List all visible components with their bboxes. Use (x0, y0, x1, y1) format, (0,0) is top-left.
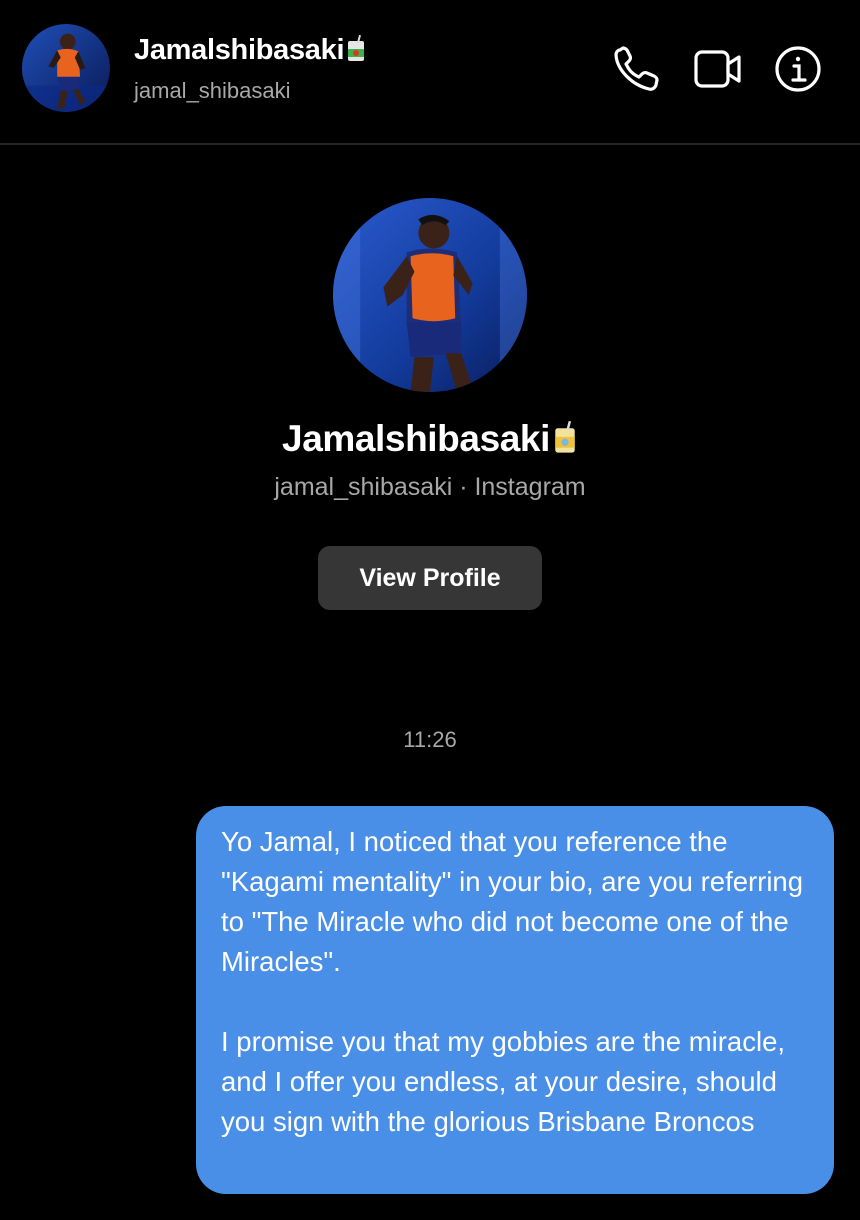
chat-header: Jamalshibasaki jamal_shibasaki (0, 0, 860, 145)
profile-name: Jamalshibasaki (0, 418, 860, 464)
message-bubble[interactable]: Yo Jamal, I noticed that you reference t… (196, 806, 834, 1194)
avatar[interactable] (22, 24, 110, 112)
profile-subtitle: jamal_shibasaki · Instagram (274, 473, 586, 501)
profile-avatar[interactable] (333, 198, 527, 392)
view-profile-button[interactable]: View Profile (318, 546, 542, 610)
message-paragraph: Yo Jamal, I noticed that you reference t… (221, 826, 804, 977)
header-username: jamal_shibasaki (134, 78, 291, 103)
video-camera-icon[interactable] (693, 44, 743, 94)
juice-box-emoji-icon (552, 420, 578, 464)
juice-box-emoji-icon (346, 34, 366, 71)
header-name-text: Jamalshibasaki (134, 34, 345, 66)
header-name[interactable]: Jamalshibasaki (134, 34, 366, 71)
info-icon[interactable] (773, 44, 823, 94)
message-timestamp: 11:26 (403, 727, 457, 752)
profile-name-text: Jamalshibasaki (282, 418, 550, 459)
phone-icon[interactable] (612, 44, 662, 94)
message-paragraph: I promise you that my gobbies are the mi… (221, 1026, 786, 1137)
